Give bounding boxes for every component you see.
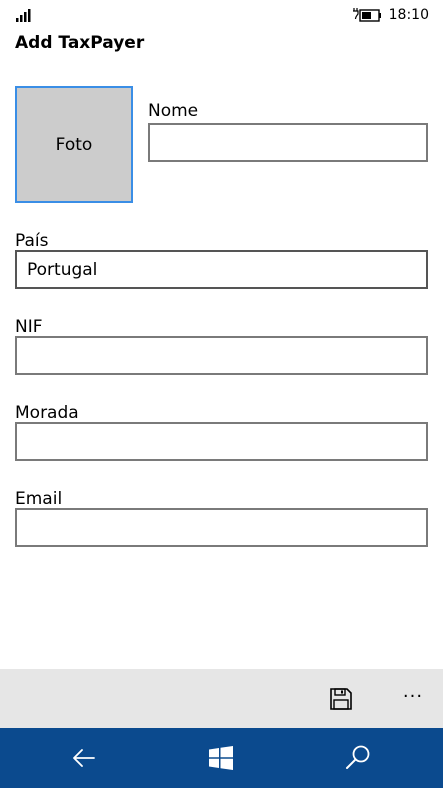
page-title: Add TaxPayer	[15, 33, 145, 53]
more-options-button[interactable]: ···	[397, 681, 429, 713]
morada-input[interactable]	[15, 422, 428, 461]
email-label: Email	[15, 489, 63, 509]
battery-charging-icon	[353, 8, 381, 22]
back-arrow-icon[interactable]	[68, 742, 100, 774]
signal-icon	[16, 9, 31, 22]
nome-label: Nome	[148, 101, 199, 121]
email-input[interactable]	[15, 508, 428, 547]
status-bar: 18:10	[0, 0, 443, 30]
app-bar: ···	[0, 669, 443, 728]
save-icon[interactable]	[329, 687, 353, 711]
nome-input[interactable]	[148, 123, 428, 162]
status-clock: 18:10	[388, 7, 429, 23]
pais-label: País	[15, 231, 49, 251]
nif-input[interactable]	[15, 336, 428, 375]
windows-icon[interactable]	[205, 742, 237, 774]
photo-button[interactable]: Foto	[15, 86, 133, 203]
navigation-bar	[0, 728, 443, 788]
photo-label: Foto	[55, 134, 93, 155]
pais-input[interactable]	[15, 250, 428, 289]
morada-label: Morada	[15, 403, 79, 423]
search-icon[interactable]	[342, 742, 374, 774]
nif-label: NIF	[15, 317, 43, 337]
